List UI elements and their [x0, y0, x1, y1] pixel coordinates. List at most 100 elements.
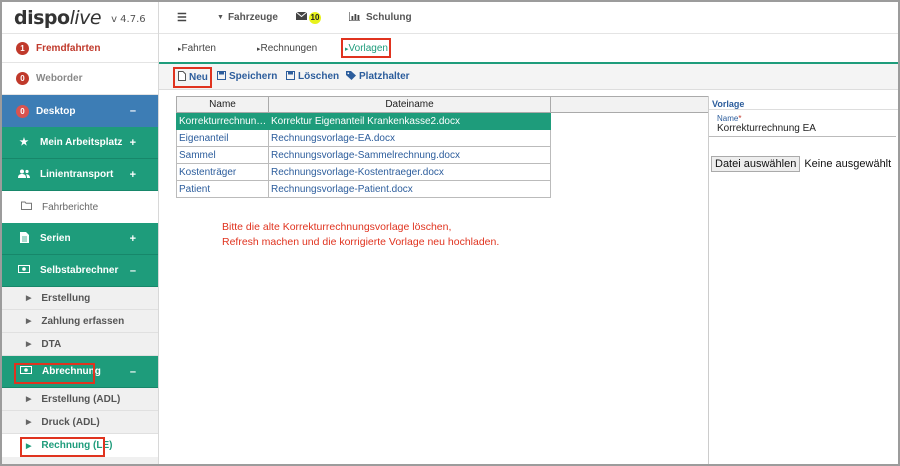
sidebar-item-label: Fahrberichte — [42, 201, 99, 213]
collapse-icon: – — [129, 264, 136, 277]
table-header-filler — [551, 96, 708, 113]
envelope-icon — [295, 11, 308, 23]
placeholder-button[interactable]: Platzhalter — [346, 71, 410, 82]
caret-right-icon: ▶ — [26, 318, 32, 325]
sidebar-item-label: Weborder — [36, 73, 83, 84]
version-label: v 4.7.6 — [111, 14, 146, 25]
cell-filename: Rechnungsvorlage-Patient.docx — [268, 180, 551, 198]
caret-down-icon: ▼ — [217, 14, 224, 21]
column-header-filename[interactable]: Dateiname — [268, 96, 551, 113]
cell-name: Korrekturrechnun… — [176, 112, 269, 130]
collapse-icon: – — [129, 105, 136, 117]
training-label: Schulung — [366, 12, 412, 23]
table-row[interactable]: Patient Rechnungsvorlage-Patient.docx — [176, 180, 551, 198]
caret-right-icon: ▶ — [26, 442, 32, 450]
expand-icon: + — [129, 232, 136, 245]
count-badge: 0 — [16, 104, 29, 118]
top-bar: ☰ ▼ Fahrzeuge 10 Schulung — [159, 2, 898, 34]
floppy-icon — [286, 71, 295, 82]
cell-filename: Korrektur Eigenanteil Krankenkasse2.docx — [268, 112, 551, 130]
sidebar-subitem-erstellung[interactable]: ▶ Erstellung — [2, 287, 158, 310]
table-row[interactable]: Eigenanteil Rechnungsvorlage-EA.docx — [176, 129, 551, 147]
sidebar-item-serien[interactable]: Serien + — [2, 223, 158, 255]
sidebar-item-abrechnung[interactable]: Abrechnung – — [2, 356, 158, 388]
cell-filename: Rechnungsvorlage-Sammelrechnung.docx — [268, 146, 551, 164]
tab-vorlagen[interactable]: ▸Vorlagen — [345, 43, 388, 54]
floppy-icon — [217, 71, 226, 82]
collapse-icon: – — [129, 365, 136, 378]
money-icon — [20, 366, 32, 377]
sidebar-item-selbstabrechner[interactable]: Selbstabrechner – — [2, 255, 158, 287]
caret-right-icon: ▶ — [26, 295, 32, 302]
sidebar-item-label: Abrechnung — [42, 366, 101, 377]
sidebar-item-weborder[interactable]: 0 Weborder — [2, 63, 158, 95]
sidebar-subitem-rechnung-le[interactable]: ▶ Rechnung (LE) — [2, 434, 158, 457]
vehicles-label: Fahrzeuge — [227, 12, 278, 23]
sidebar-item-label: Zahlung erfassen — [41, 315, 125, 327]
tab-bar: ▸Fahrten ▸Rechnungen ▸Vorlagen — [159, 34, 898, 64]
document-icon — [18, 231, 30, 246]
save-button[interactable]: Speichern — [217, 71, 277, 82]
note-line: Refresh machen und die korrigierte Vorla… — [222, 236, 500, 248]
template-detail-panel: Vorlage Name* Korrekturrechnung EA Datei… — [708, 96, 898, 464]
table-row[interactable]: Kostenträger Rechnungsvorlage-Kostentrae… — [176, 163, 551, 181]
delete-button[interactable]: Löschen — [286, 71, 339, 82]
sidebar-subitem-erstellung-adl[interactable]: ▶ Erstellung (ADL) — [2, 388, 158, 411]
vehicles-menu[interactable]: ▼ Fahrzeuge — [217, 12, 278, 23]
table-row[interactable]: Sammel Rechnungsvorlage-Sammelrechnung.d… — [176, 146, 551, 164]
placeholder-label: Platzhalter — [359, 71, 410, 82]
sidebar-subitem-druck-adl[interactable]: ▶ Druck (ADL) — [2, 411, 158, 434]
chart-icon — [348, 11, 360, 24]
menu-toggle-icon[interactable]: ☰ — [177, 11, 187, 24]
cell-filename: Rechnungsvorlage-EA.docx — [268, 129, 551, 147]
sidebar-item-label: DTA — [41, 338, 62, 350]
table-row[interactable]: Korrekturrechnun… Korrektur Eigenanteil … — [176, 112, 551, 130]
tab-fahrten[interactable]: ▸Fahrten — [178, 43, 216, 54]
sidebar-item-label: Mein Arbeitsplatz — [40, 137, 123, 148]
save-label: Speichern — [229, 71, 278, 82]
app-window: dispolive v 4.7.6 1 Fremdfahrten 0 Webor… — [0, 0, 900, 466]
cell-name: Patient — [176, 180, 269, 198]
file-status: Keine ausgewählt — [804, 158, 892, 170]
sidebar-item-fremdfahrten[interactable]: 1 Fremdfahrten — [2, 34, 158, 63]
sidebar-item-label: Serien — [40, 233, 71, 244]
required-marker: * — [738, 114, 742, 123]
template-grid: Name Dateiname Korrekturrechnun… Korrekt… — [176, 96, 552, 198]
mail-button[interactable]: 10 — [295, 11, 321, 24]
sidebar-item-label: Fremdfahrten — [36, 42, 101, 54]
name-field-label: Name* — [709, 110, 898, 123]
cell-filename: Rechnungsvorlage-Kostentraeger.docx — [268, 163, 551, 181]
sidebar: dispolive v 4.7.6 1 Fremdfahrten 0 Webor… — [2, 2, 159, 464]
users-icon — [18, 169, 30, 181]
column-header-name[interactable]: Name — [176, 96, 269, 113]
count-badge: 1 — [16, 41, 29, 55]
tab-rechnungen[interactable]: ▸Rechnungen — [257, 43, 317, 54]
note-line: Bitte die alte Korrekturrechnungsvorlage… — [222, 221, 452, 233]
tab-label: Rechnungen — [260, 43, 318, 54]
new-label: Neu — [189, 71, 208, 83]
caret-right-icon: ▶ — [26, 396, 32, 403]
training-menu[interactable]: Schulung — [348, 11, 412, 24]
sidebar-subitem-dta[interactable]: ▶ DTA — [2, 333, 158, 356]
sidebar-item-desktop[interactable]: 0 Desktop – — [2, 95, 158, 127]
new-button[interactable]: Neu — [178, 71, 208, 83]
cell-name: Sammel — [176, 146, 269, 164]
tab-label: Vorlagen — [348, 43, 388, 54]
mail-count-badge: 10 — [309, 11, 321, 24]
sidebar-item-label: Linientransport — [40, 169, 114, 180]
table-header-row: Name Dateiname — [176, 96, 551, 113]
folder-icon — [20, 201, 32, 213]
choose-file-button[interactable]: Datei auswählen — [711, 156, 801, 172]
new-file-icon — [178, 71, 186, 83]
app-logo: dispolive v 4.7.6 — [2, 2, 158, 34]
sidebar-item-mein-arbeitsplatz[interactable]: ★ Mein Arbeitsplatz + — [2, 127, 158, 159]
name-input[interactable]: Korrekturrechnung EA — [709, 123, 896, 137]
brand-name: dispolive — [14, 6, 102, 29]
sidebar-item-label: Selbstabrechner — [40, 265, 119, 276]
tag-icon — [346, 71, 356, 82]
sidebar-item-linientransport[interactable]: Linientransport + — [2, 159, 158, 191]
sidebar-subitem-zahlung-erfassen[interactable]: ▶ Zahlung erfassen — [2, 310, 158, 333]
expand-icon: + — [129, 168, 136, 181]
caret-right-icon: ▶ — [26, 419, 32, 426]
sidebar-item-fahrberichte[interactable]: Fahrberichte — [2, 191, 158, 223]
